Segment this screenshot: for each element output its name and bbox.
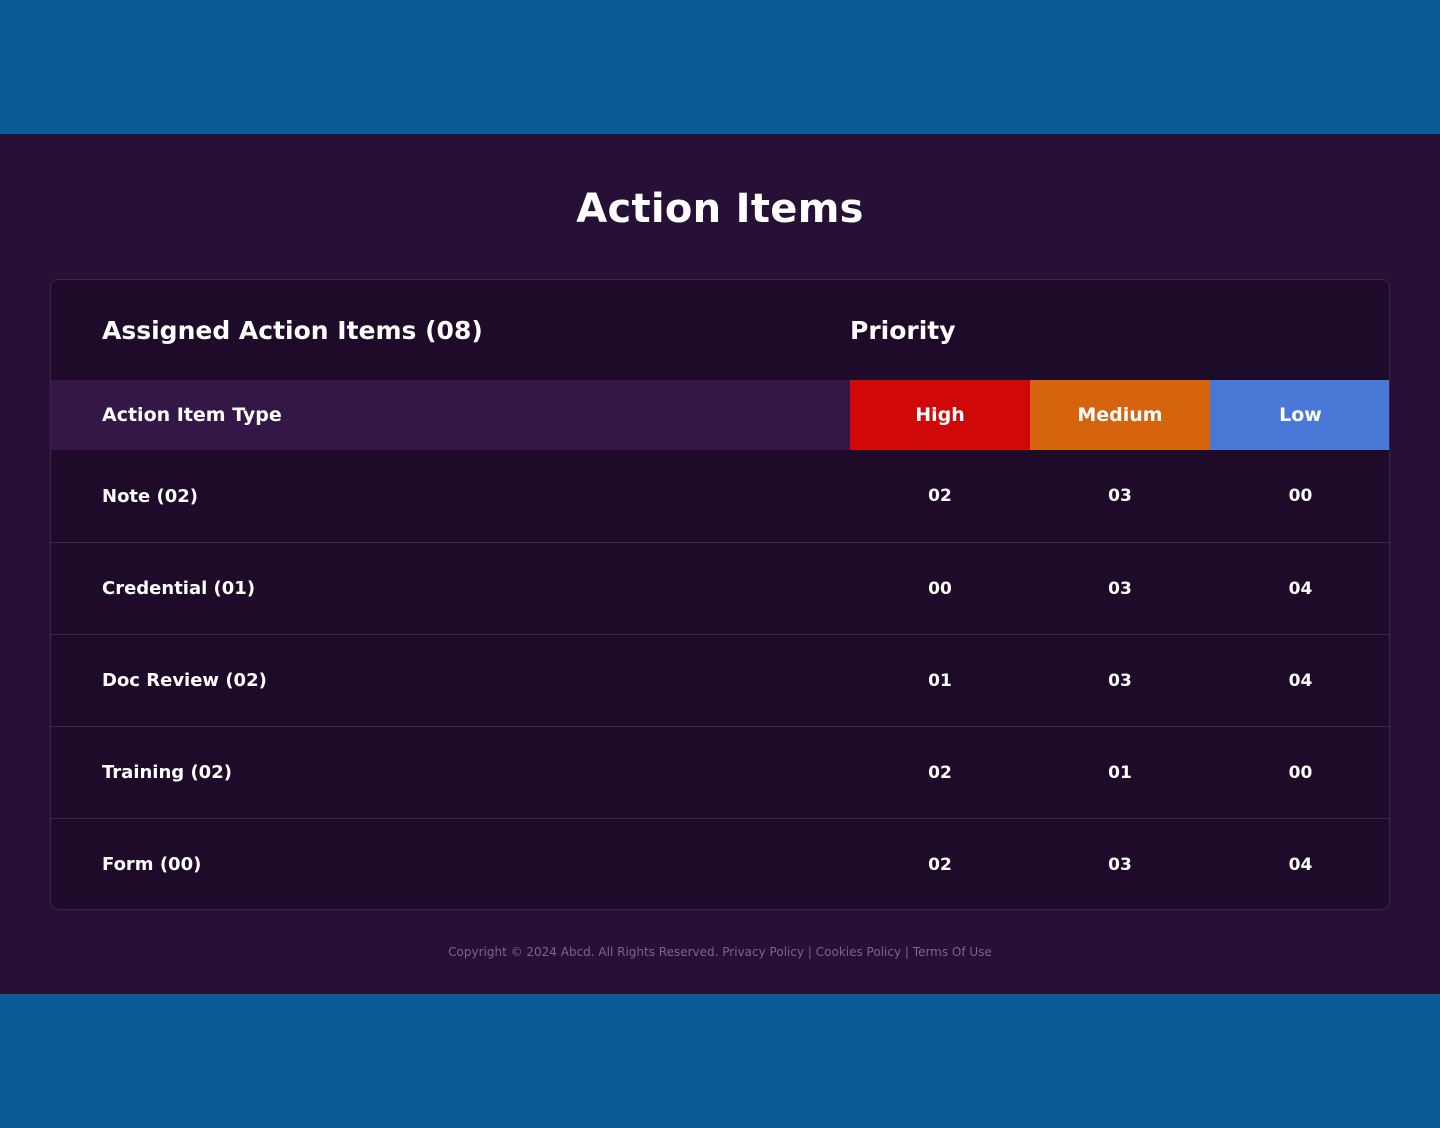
row-type: Note (02) [102, 485, 199, 507]
cell-high: 00 [928, 578, 952, 599]
column-header-medium: Medium [1030, 380, 1210, 450]
top-band [0, 0, 1440, 134]
row-type: Doc Review (02) [102, 670, 267, 691]
terms-of-use-link[interactable]: Terms Of Use [913, 945, 992, 959]
cell-low: 04 [1288, 670, 1313, 691]
cell-high: 01 [928, 670, 952, 691]
footer-separator: | [904, 945, 909, 959]
cell-low: 00 [1288, 762, 1313, 783]
cell-medium: 03 [1108, 578, 1132, 599]
footer-separator: | [807, 945, 812, 959]
page-title: Action Items [576, 186, 864, 232]
cell-low: 04 [1288, 578, 1313, 599]
footer-copyright: Copyright © 2024 Abcd. All Rights Reserv… [448, 945, 719, 959]
table-body: Note (02) 02 03 00 Credential (01) 00 03… [51, 450, 1389, 909]
bottom-band [0, 994, 1440, 1128]
cookies-policy-link[interactable]: Cookies Policy [816, 945, 901, 959]
action-items-card: Assigned Action Items (08) Priority Acti… [50, 279, 1390, 910]
table-row: Note (02) 02 03 00 [51, 450, 1389, 542]
cell-low: 04 [1288, 854, 1313, 875]
cell-high: 02 [928, 762, 952, 783]
row-type: Credential (01) [102, 578, 256, 599]
cell-low: 00 [1288, 486, 1313, 506]
card-title: Assigned Action Items (08) [102, 316, 483, 345]
cell-medium: 01 [1108, 762, 1132, 783]
table-header: Action Item Type High Medium Low [51, 380, 1389, 450]
cell-high: 02 [928, 854, 952, 875]
table-row: Form (00) 02 03 04 [51, 818, 1389, 909]
cell-medium: 03 [1108, 854, 1132, 875]
column-header-type: Action Item Type [51, 380, 850, 450]
row-type: Training (02) [102, 762, 232, 783]
row-type: Form (00) [102, 854, 202, 875]
cell-medium: 03 [1108, 670, 1132, 691]
priority-title: Priority [850, 316, 956, 345]
footer: Copyright © 2024 Abcd. All Rights Reserv… [0, 945, 1440, 959]
cell-medium: 03 [1108, 486, 1132, 506]
table-row: Training (02) 02 01 00 [51, 726, 1389, 818]
table-row: Doc Review (02) 01 03 04 [51, 634, 1389, 726]
column-header-low: Low [1210, 380, 1389, 450]
column-header-high: High [850, 380, 1030, 450]
table-row: Credential (01) 00 03 04 [51, 542, 1389, 634]
cell-high: 02 [928, 486, 952, 506]
main-stage: Action Items Assigned Action Items (08) … [0, 134, 1440, 994]
privacy-policy-link[interactable]: Privacy Policy [722, 945, 804, 959]
card-header: Assigned Action Items (08) Priority [51, 280, 1389, 380]
